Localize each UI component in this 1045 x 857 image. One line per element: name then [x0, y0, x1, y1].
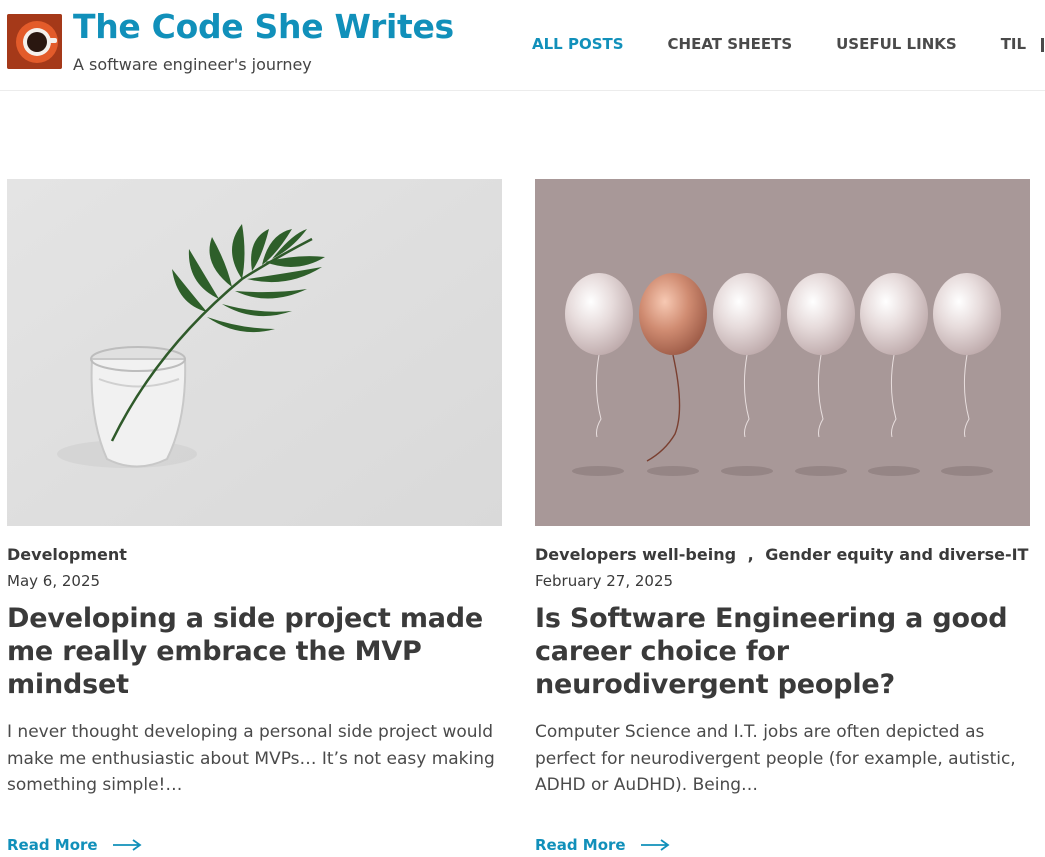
site-header: The Code She Writes A software engineer'…: [0, 0, 1045, 91]
post-title[interactable]: Is Software Engineering a good career ch…: [535, 602, 1030, 701]
post-date: February 27, 2025: [535, 572, 674, 590]
read-more-link[interactable]: Read More: [7, 836, 142, 854]
arrow-right-icon: [640, 839, 670, 851]
category-link[interactable]: Developers well-being: [535, 545, 736, 564]
nav-useful-links[interactable]: USEFUL LINKS: [836, 35, 957, 53]
read-more-label: Read More: [535, 836, 626, 854]
post-image-palm-leaf[interactable]: [7, 179, 502, 526]
site-title[interactable]: The Code She Writes: [73, 7, 454, 46]
category-separator: ,: [747, 545, 754, 564]
post-categories: Development: [7, 545, 502, 564]
nav-til[interactable]: TIL: [1001, 35, 1026, 53]
post-categories: Developers well-being , Gender equity an…: [535, 545, 1030, 564]
site-tagline: A software engineer's journey: [73, 55, 312, 74]
post-image-balloons[interactable]: [535, 179, 1030, 526]
read-more-link[interactable]: Read More: [535, 836, 670, 854]
read-more-label: Read More: [7, 836, 98, 854]
post-card: Development May 6, 2025 Developing a sid…: [7, 179, 502, 854]
post-title[interactable]: Developing a side project made me really…: [7, 602, 502, 701]
nav-cheat-sheets[interactable]: CHEAT SHEETS: [668, 35, 793, 53]
post-date: May 6, 2025: [7, 572, 101, 590]
nav-all-posts[interactable]: ALL POSTS: [532, 35, 624, 53]
category-link[interactable]: Gender equity and diverse-IT: [765, 545, 1028, 564]
post-excerpt: Computer Science and I.T. jobs are often…: [535, 722, 1016, 795]
site-logo[interactable]: [7, 14, 62, 69]
main-nav: ALL POSTS CHEAT SHEETS USEFUL LINKS TIL: [532, 35, 1045, 53]
post-excerpt: I never thought developing a personal si…: [7, 722, 495, 795]
post-card: Developers well-being , Gender equity an…: [535, 179, 1030, 854]
nav-overflow-item[interactable]: [1041, 38, 1044, 52]
category-link[interactable]: Development: [7, 545, 127, 564]
arrow-right-icon: [112, 839, 142, 851]
